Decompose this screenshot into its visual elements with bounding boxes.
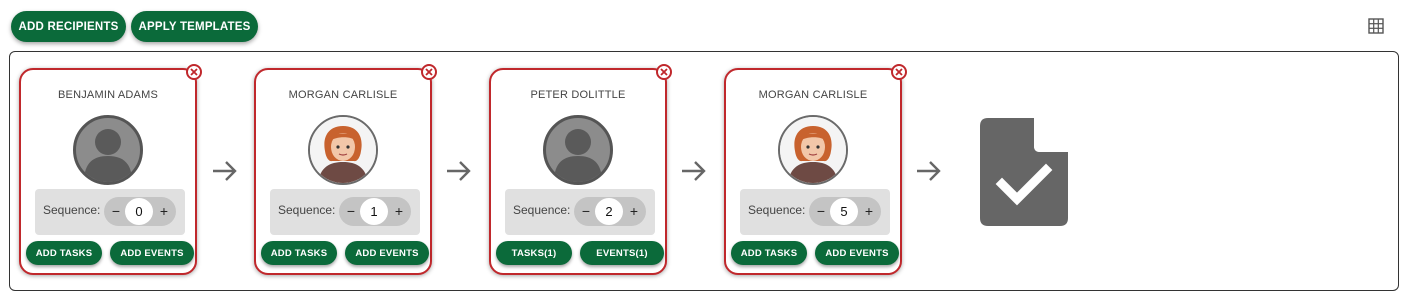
recipient-flow-panel: BENJAMIN ADAMS Sequence: − 0 + ADD TASKS… [9, 51, 1399, 291]
recipient-name: MORGAN CARLISLE [288, 89, 398, 101]
close-icon [895, 68, 903, 76]
arrow-right-icon [213, 161, 237, 181]
sequence-stepper: − 2 + [574, 197, 646, 226]
recipient-card: PETER DOLITTLE Sequence: − 2 + TASKS(1) … [489, 64, 672, 275]
decrement-button[interactable]: − [576, 197, 596, 226]
add-tasks-button[interactable]: ADD TASKS [261, 241, 337, 265]
arrow-right-icon [447, 161, 471, 181]
remove-recipient-button[interactable] [421, 64, 437, 80]
sequence-stepper: − 0 + [104, 197, 176, 226]
recipient-name: PETER DOLITTLE [530, 89, 626, 101]
sequence-label: Sequence: [43, 203, 101, 217]
remove-recipient-button[interactable] [891, 64, 907, 80]
sequence-control: Sequence: − 2 + [505, 189, 655, 235]
add-events-button[interactable]: ADD EVENTS [815, 241, 899, 265]
tasks-button[interactable]: TASKS(1) [496, 241, 572, 265]
add-recipients-button[interactable]: ADD RECIPIENTS [11, 11, 126, 42]
add-events-button[interactable]: ADD EVENTS [110, 241, 194, 265]
sequence-value[interactable]: 2 [595, 198, 623, 225]
decrement-button[interactable]: − [811, 197, 831, 226]
sequence-control: Sequence: − 0 + [35, 189, 185, 235]
recipient-card: MORGAN CARLISLE Sequence: − 5 + ADD TASK… [724, 64, 907, 275]
increment-button[interactable]: + [624, 197, 644, 226]
document-check-icon [980, 118, 1068, 226]
sequence-label: Sequence: [513, 203, 571, 217]
avatar [543, 115, 613, 185]
sequence-stepper: − 1 + [339, 197, 411, 226]
person-icon [554, 129, 602, 182]
close-icon [425, 68, 433, 76]
arrow-right-icon [917, 161, 941, 181]
remove-recipient-button[interactable] [186, 64, 202, 80]
recipient-name: BENJAMIN ADAMS [58, 89, 158, 101]
sequence-value[interactable]: 0 [125, 198, 153, 225]
decrement-button[interactable]: − [341, 197, 361, 226]
recipient-card: MORGAN CARLISLE Sequence: − 1 + ADD TASK… [254, 64, 437, 275]
add-tasks-button[interactable]: ADD TASKS [731, 241, 807, 265]
events-button[interactable]: EVENTS(1) [580, 241, 664, 265]
avatar [308, 115, 378, 185]
sequence-value[interactable]: 5 [830, 198, 858, 225]
add-events-button[interactable]: ADD EVENTS [345, 241, 429, 265]
user-portrait-icon [780, 117, 846, 183]
sequence-value[interactable]: 1 [360, 198, 388, 225]
apply-templates-button[interactable]: APPLY TEMPLATES [131, 11, 258, 42]
decrement-button[interactable]: − [106, 197, 126, 226]
user-portrait-icon [310, 117, 376, 183]
close-icon [660, 68, 668, 76]
increment-button[interactable]: + [859, 197, 879, 226]
recipient-name: MORGAN CARLISLE [758, 89, 868, 101]
arrow-right-icon [682, 161, 706, 181]
remove-recipient-button[interactable] [656, 64, 672, 80]
person-icon [84, 129, 132, 182]
sequence-stepper: − 5 + [809, 197, 881, 226]
avatar [778, 115, 848, 185]
grid-icon[interactable] [1368, 18, 1384, 34]
sequence-control: Sequence: − 1 + [270, 189, 420, 235]
increment-button[interactable]: + [389, 197, 409, 226]
avatar [73, 115, 143, 185]
sequence-label: Sequence: [278, 203, 336, 217]
add-tasks-button[interactable]: ADD TASKS [26, 241, 102, 265]
sequence-label: Sequence: [748, 203, 806, 217]
close-icon [190, 68, 198, 76]
sequence-control: Sequence: − 5 + [740, 189, 890, 235]
increment-button[interactable]: + [154, 197, 174, 226]
recipient-card: BENJAMIN ADAMS Sequence: − 0 + ADD TASKS… [19, 64, 202, 275]
